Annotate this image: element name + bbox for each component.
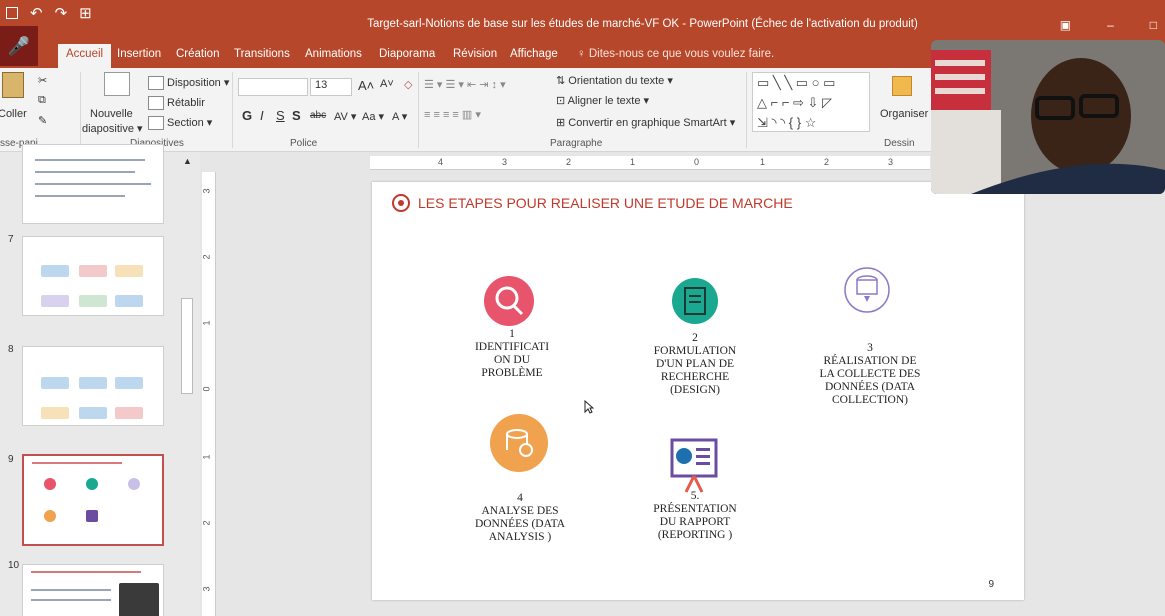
step-5-label: 5. PRÉSENTATION DU RAPPORT (REPORTING )	[653, 490, 737, 541]
divider	[746, 72, 747, 148]
ribbon-options-icon[interactable]: ▣	[1060, 18, 1071, 32]
minimize-button[interactable]: –	[1107, 18, 1114, 32]
slide-thumbnail[interactable]	[22, 236, 164, 316]
mouse-cursor-icon	[584, 400, 594, 414]
step-2-label: 2 FORMULATION D'UN PLAN DE RECHERCHE (DE…	[653, 332, 737, 396]
data-analysis-icon	[490, 414, 548, 472]
tell-me-search[interactable]: ♀ Dites-nous ce que vous voulez faire.	[577, 48, 774, 60]
cut-icon[interactable]: ✂	[38, 74, 47, 87]
mic-muted-icon[interactable]: 🎤	[0, 26, 38, 66]
paste-icon[interactable]	[2, 72, 24, 101]
strikethrough-button[interactable]: abc	[310, 110, 326, 121]
thumbnail-scrollbar[interactable]	[181, 298, 193, 394]
new-slide-icon[interactable]	[104, 72, 130, 99]
font-size-field[interactable]: 13	[310, 78, 352, 96]
drawing-group-label: Dessin	[884, 138, 915, 149]
divider	[232, 72, 233, 148]
grow-font-button[interactable]: A˄	[358, 78, 374, 93]
presenter-video-image	[931, 40, 1165, 194]
divider	[80, 72, 81, 148]
reset-icon	[148, 96, 164, 110]
font-group-label: Police	[290, 138, 318, 149]
slide-canvas[interactable]: LES ETAPES POUR REALISER UNE ETUDE DE MA…	[372, 182, 1024, 600]
format-painter-icon[interactable]: ✎	[38, 114, 47, 127]
target-icon	[392, 194, 410, 212]
slide-thumbnail[interactable]	[22, 564, 164, 616]
scroll-up-icon[interactable]: ▲	[183, 156, 192, 166]
slide-title[interactable]: LES ETAPES POUR REALISER UNE ETUDE DE MA…	[392, 194, 793, 212]
horizontal-ruler: 4 3 2 1 0 1 2 3	[370, 156, 930, 170]
research-plan-icon	[672, 278, 718, 324]
shapes-gallery[interactable]: ▭ ╲ ╲ ▭ ○ ▭ △ ⌐ ⌐ ⇨ ⇩ ◸ ⇲ ◝ ◝ { } ☆	[752, 72, 870, 132]
clear-format-icon[interactable]: ◇	[404, 78, 412, 91]
shadow-button[interactable]: S	[292, 108, 301, 123]
lightbulb-icon: ♀	[577, 48, 586, 60]
reset-button[interactable]: Rétablir	[148, 96, 205, 110]
restore-button[interactable]: □	[1150, 18, 1157, 32]
powerpoint-window: ↶ ↷ ⊞ Target-sarl-Notions de base sur le…	[0, 0, 1165, 616]
thumbnail-number: 10	[8, 560, 20, 571]
vertical-ruler: 3 2 1 0 1 2 3	[202, 172, 216, 616]
smartart-icon: ⊞	[556, 117, 566, 129]
align-buttons[interactable]: ≡ ≡ ≡ ≡ ▥ ▾	[424, 108, 481, 121]
bullets-button[interactable]: ☰ ▾ ☰ ▾ ⇤ ⇥ ↕ ▾	[424, 78, 506, 91]
problem-search-icon	[484, 276, 534, 326]
tab-creation[interactable]: Création	[176, 48, 219, 60]
title-bar: ↶ ↷ ⊞ Target-sarl-Notions de base sur le…	[0, 0, 1165, 44]
data-collection-icon	[842, 262, 892, 316]
underline-button[interactable]: S	[276, 108, 285, 123]
thumbnail-number: 9	[8, 454, 14, 465]
thumbnail-number: 8	[8, 344, 14, 355]
step-4-label: 4 ANALYSE DES DONNÉES (DATA ANALYSIS )	[474, 492, 566, 543]
char-spacing-button[interactable]: AV ▾	[334, 110, 356, 123]
tab-transitions[interactable]: Transitions	[234, 48, 290, 60]
font-color-button[interactable]: A ▾	[392, 110, 407, 123]
step-1-label: 1 IDENTIFICATI ON DU PROBLÈME	[474, 328, 550, 379]
font-name-field[interactable]	[238, 78, 308, 96]
new-slide-dropdown[interactable]: diapositive ▾	[82, 122, 143, 135]
window-title: Target-sarl-Notions de base sur les étud…	[367, 18, 918, 30]
webcam-video	[931, 40, 1165, 194]
align-text-icon: ⊡	[556, 95, 566, 107]
text-direction-button[interactable]: ⇅ Orientation du texte ▾	[556, 74, 673, 87]
presentation-report-icon	[668, 436, 720, 494]
slide-thumbnail-selected[interactable]	[22, 454, 164, 546]
thumbnail-number: 7	[8, 234, 14, 245]
arrange-icon[interactable]	[892, 76, 912, 99]
divider	[418, 72, 419, 148]
slide-thumbnails-panel: 7 8 9 10 ▲	[0, 144, 200, 616]
italic-button[interactable]: I	[260, 108, 264, 123]
align-text-button[interactable]: ⊡ Aligner le texte ▾	[556, 94, 649, 107]
slide-thumbnail[interactable]	[22, 346, 164, 426]
tab-revision[interactable]: Révision	[453, 48, 497, 60]
slide-page-number: 9	[988, 579, 994, 590]
paragraph-group-label: Paragraphe	[550, 138, 603, 149]
tab-insertion[interactable]: Insertion	[117, 48, 161, 60]
paste-button[interactable]: Coller	[0, 108, 27, 120]
convert-smartart-button[interactable]: ⊞ Convertir en graphique SmartArt ▾	[556, 116, 735, 129]
new-slide-button[interactable]: Nouvelle	[90, 108, 133, 120]
layout-button[interactable]: Disposition ▾	[148, 76, 229, 91]
tab-affichage[interactable]: Affichage	[510, 48, 558, 60]
arrange-button[interactable]: Organiser	[880, 108, 928, 120]
text-direction-icon: ⇅	[556, 75, 566, 87]
section-button[interactable]: Section ▾	[148, 116, 212, 131]
step-3-label: 3 RÉALISATION DE LA COLLECTE DES DONNÉES…	[819, 342, 921, 406]
bold-button[interactable]: G	[242, 108, 252, 123]
tab-animations[interactable]: Animations	[305, 48, 362, 60]
change-case-button[interactable]: Aa ▾	[362, 110, 384, 123]
layout-icon	[148, 76, 164, 91]
tab-accueil[interactable]: Accueil	[58, 44, 112, 68]
tab-diaporama[interactable]: Diaporama	[379, 48, 435, 60]
section-icon	[148, 116, 164, 131]
window-controls: ▣ – □	[1060, 18, 1157, 32]
slide-thumbnail[interactable]	[22, 144, 164, 224]
copy-icon[interactable]: ⧉	[38, 94, 46, 107]
shrink-font-button[interactable]: A˅	[380, 78, 394, 90]
